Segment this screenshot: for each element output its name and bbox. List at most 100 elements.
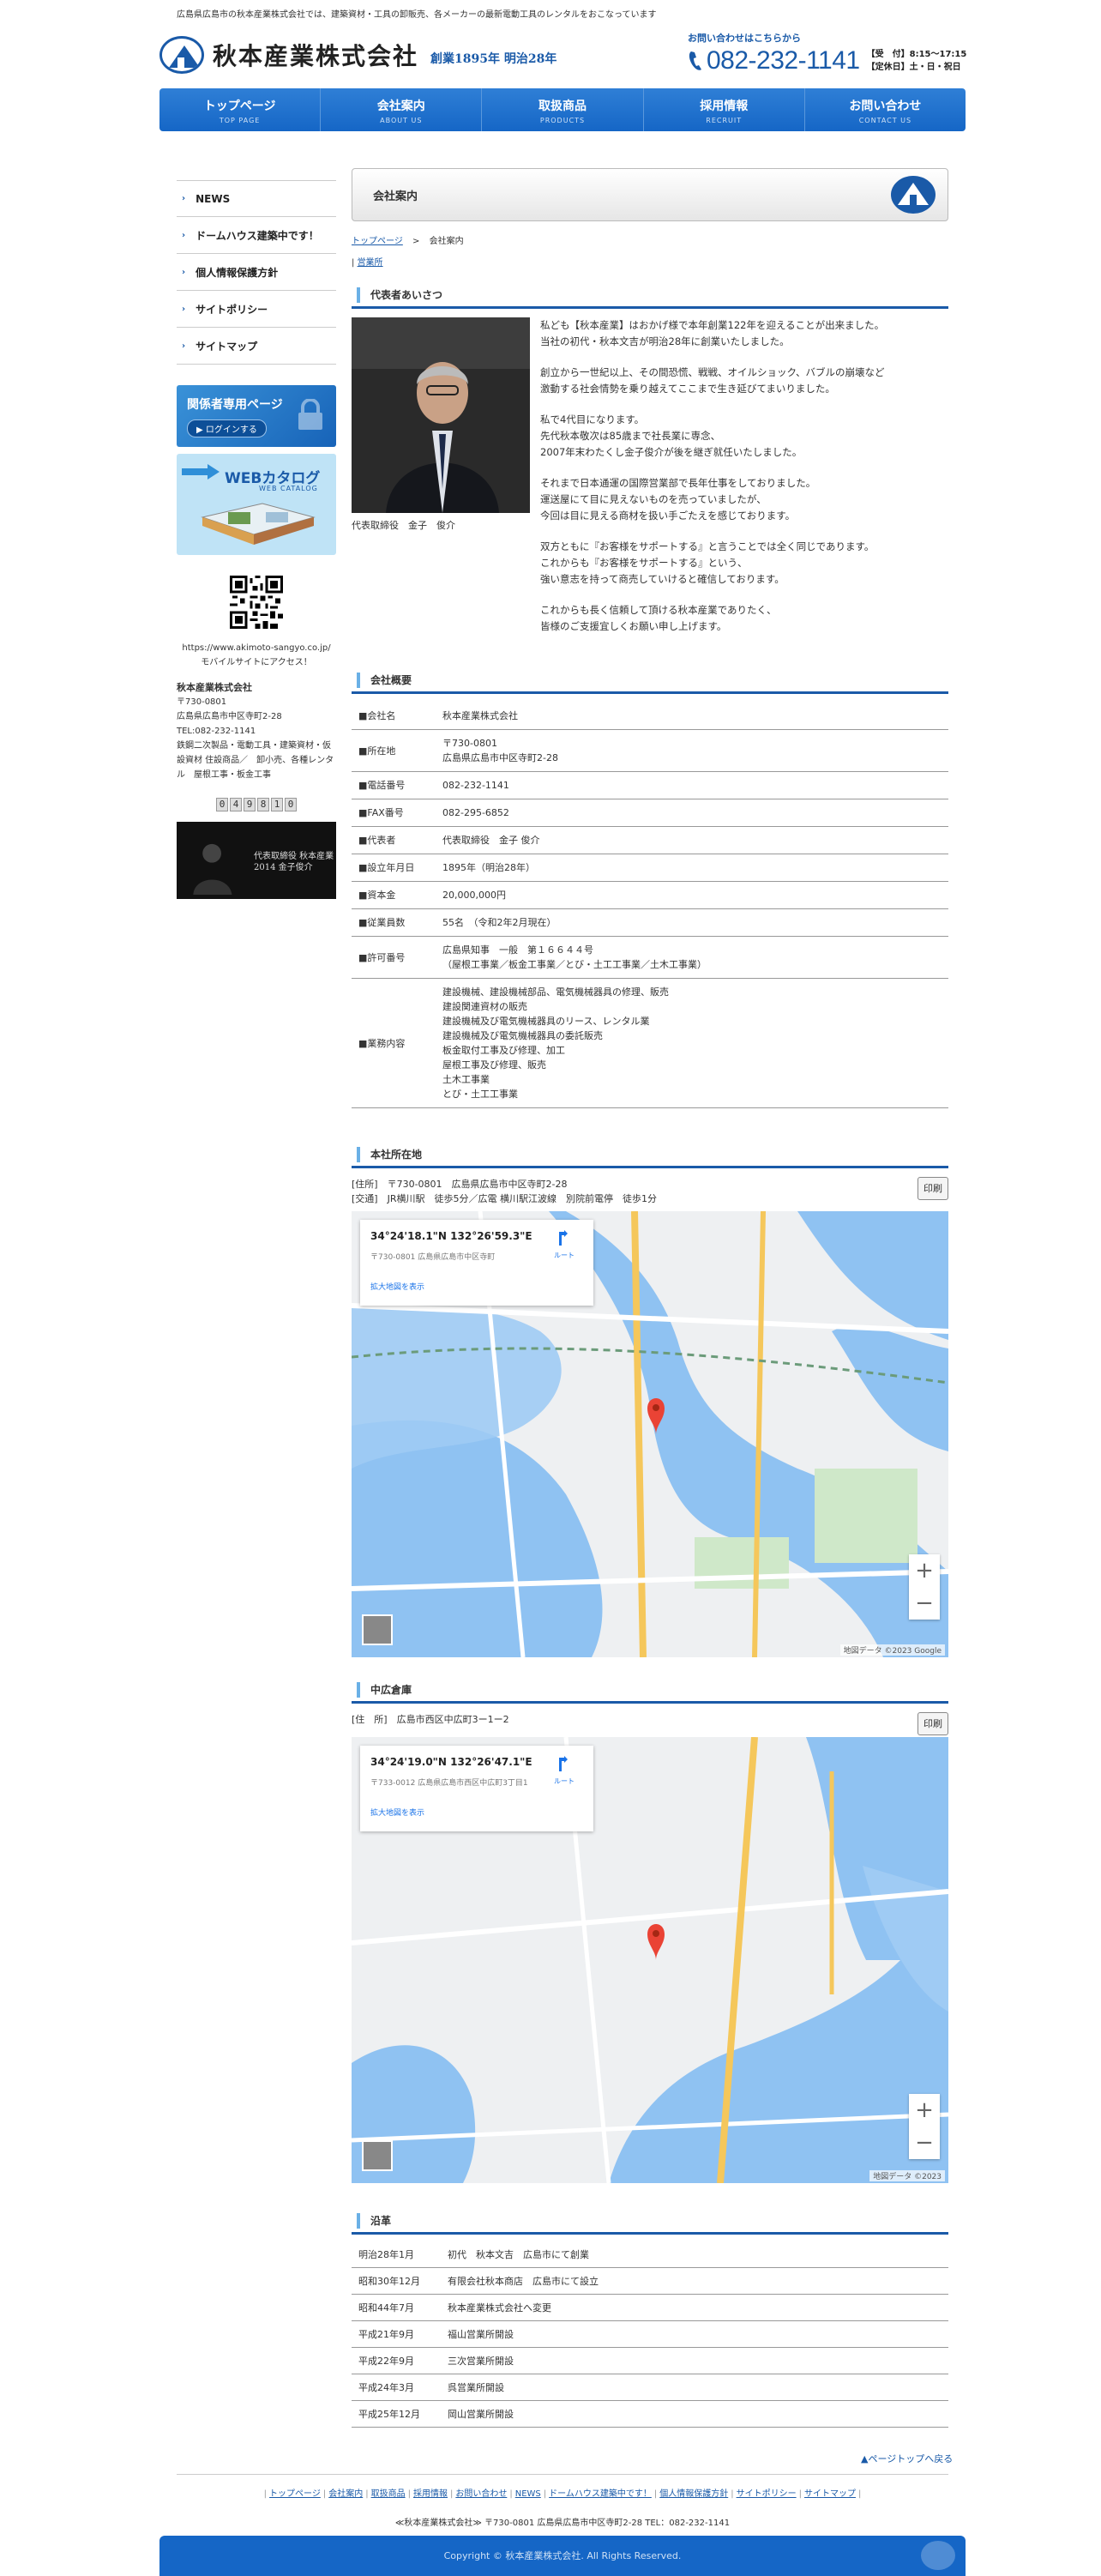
footer-link[interactable]: トップページ: [269, 2489, 321, 2499]
president-photo: [352, 317, 530, 513]
footer-address: ≪秋本産業株式会社≫ 〒730-0801 広島県広島市中区寺町2-28 TEL：…: [394, 2519, 731, 2528]
header-tagline: 広島県広島市の秋本産業株式会社では、建築資材・工具の卸販売、各メーカーの最新電動…: [177, 10, 657, 20]
table-row: 昭和44年7月 秋本産業株式会社へ変更: [352, 2294, 948, 2321]
gnav-contact[interactable]: お問い合わせ CONTACT US: [805, 88, 966, 131]
sidebar-tel: TEL:082-232-1141: [177, 727, 256, 736]
table-row: ■代表者 代表取締役 金子 俊介: [352, 826, 948, 854]
zoom-out-button[interactable]: −: [909, 1587, 940, 1620]
breadcrumb-home[interactable]: トップページ: [352, 237, 403, 246]
side-menu-label: ドームハウス建築中です！: [196, 229, 319, 242]
table-row: ■許可番号 広島県知事 一般 第１６６４４号 （屋根工事業／板金工事業／とび・土工…: [352, 936, 948, 979]
login-button[interactable]: ▶ ログインする: [187, 419, 267, 437]
president-banner[interactable]: 代表取締役 秋本産業 2014 金子俊介: [177, 822, 336, 899]
gnav-about[interactable]: 会社案内 ABOUT US: [321, 88, 483, 131]
gnav-label: 会社案内: [376, 100, 425, 113]
heading-logo-icon: [891, 176, 936, 214]
footer-link[interactable]: ドームハウス建築中です！: [549, 2489, 652, 2499]
side-menu-domehouse[interactable]: › ドームハウス建築中です！: [177, 217, 336, 254]
table-value: 〒730-0801 広島県広島市中区寺町2-28: [436, 729, 948, 772]
side-menu: › NEWS › ドームハウス建築中です！ › 個人情報保護方針 › サイトポリシー ›…: [177, 180, 336, 365]
table-key: 昭和30年12月: [352, 2267, 441, 2295]
side-menu-privacy[interactable]: › 個人情報保護方針: [177, 254, 336, 291]
counter-digit: 1: [271, 798, 283, 811]
page-title: 会社案内: [373, 190, 418, 203]
gnav-label: トップページ: [203, 100, 276, 113]
directions-icon[interactable]: [557, 1756, 571, 1773]
warehouse-map[interactable]: 34°24'19.0"N 132°26'47.1"E 〒733-0012 広島県…: [352, 1737, 948, 2183]
table-key: ■電話番号: [352, 771, 436, 799]
table-value: 初代 秋本文吉 広島市にて創業: [441, 2241, 948, 2268]
qr-url[interactable]: https://www.akimoto-sangyo.co.jp/: [177, 641, 336, 655]
footer-link[interactable]: 取扱商品: [371, 2489, 406, 2499]
table-key: 平成25年12月: [352, 2400, 441, 2428]
hq-address: [住所] 〒730-0801 広島県広島市中区寺町2-28: [352, 1179, 568, 1190]
company-overview-table: ■会社名 秋本産業株式会社 ■所在地 〒730-0801 広島県広島市中区寺町2-2…: [352, 703, 948, 1108]
gnav-sublabel: ABOUT US: [380, 117, 423, 124]
gnav-products[interactable]: 取扱商品 PRODUCTS: [482, 88, 644, 131]
counter-digit: 9: [244, 798, 256, 811]
zoom-in-button[interactable]: +: [909, 2094, 940, 2127]
qr-note: モバイルサイトにアクセス！: [201, 658, 312, 667]
map-zoom-controls: + −: [909, 2094, 940, 2159]
footer-link[interactable]: 個人情報保護方針: [659, 2489, 728, 2499]
gnav-sublabel: TOP PAGE: [219, 117, 261, 124]
table-value: 岡山営業所開設: [441, 2400, 948, 2428]
greeting-paragraph: それまで日本通運の国際営業部で長年仕事をしておりました。 運送屋にて目に見えない…: [540, 477, 816, 522]
president-silhouette-icon: [193, 843, 232, 895]
counter-digit: 0: [285, 798, 297, 811]
heading-bar-icon: [357, 2212, 360, 2229]
street-view-icon[interactable]: [362, 2140, 393, 2171]
footer-link[interactable]: サイトマップ: [804, 2489, 856, 2499]
site-logo[interactable]: 秋本産業株式会社 創業1895年 明治28年: [159, 36, 557, 74]
table-value: 代表取締役 金子 俊介: [436, 826, 948, 854]
heading-bar-icon: [357, 287, 360, 303]
warehouse-address: [住 所] 広島市西区中広町3ー1ー2: [352, 1714, 509, 1725]
side-menu-news[interactable]: › NEWS: [177, 180, 336, 217]
heading-bar-icon: [357, 672, 360, 688]
side-menu-policy[interactable]: › サイトポリシー: [177, 291, 336, 328]
map-coordinates: 34°24'19.0"N 132°26'47.1"E: [370, 1756, 532, 1768]
side-menu-label: サイトマップ: [196, 340, 258, 353]
page-top-link[interactable]: ▲ページトップへ戻る: [861, 2452, 953, 2465]
table-row: ■会社名 秋本産業株式会社: [352, 703, 948, 730]
hq-map[interactable]: 34°24'18.1"N 132°26'59.3"E 〒730-0801 広島県…: [352, 1211, 948, 1657]
sublink-separator: |: [352, 258, 355, 268]
gnav-recruit[interactable]: 採用情報 RECRUIT: [644, 88, 805, 131]
print-button[interactable]: 印刷: [918, 1177, 948, 1200]
table-key: ■所在地: [352, 729, 436, 772]
gnav-top[interactable]: トップページ TOP PAGE: [159, 88, 322, 131]
zoom-out-button[interactable]: −: [909, 2127, 940, 2159]
footer-link[interactable]: NEWS: [515, 2489, 541, 2499]
greeting-section: 代表取締役 金子 俊介 私ども【秋本産業】はおかげ様で本年創業122年を迎えるこ…: [352, 317, 948, 649]
table-row: ■設立年月日 1895年（明治28年）: [352, 854, 948, 882]
web-catalog-banner[interactable]: WEBカタログ WEB CATALOG: [177, 454, 336, 555]
footer-sep: |: [263, 2489, 268, 2499]
warehouse-address-block: [住 所] 広島市西区中広町3ー1ー2 印刷: [352, 1712, 948, 1735]
gnav-label: 取扱商品: [538, 100, 587, 113]
side-menu-sitemap[interactable]: › サイトマップ: [177, 328, 336, 365]
visitor-counter: 0 4 9 8 1 0: [177, 798, 336, 811]
footer-divider: [177, 2474, 948, 2475]
member-login-banner[interactable]: 関係者専用ページ ▶ ログインする: [177, 385, 336, 447]
footer-link[interactable]: 採用情報: [413, 2489, 448, 2499]
directions-icon[interactable]: [557, 1230, 571, 1247]
table-key: 平成22年9月: [352, 2347, 441, 2374]
zoom-in-button[interactable]: +: [909, 1554, 940, 1587]
footer-link[interactable]: お問い合わせ: [455, 2489, 507, 2499]
street-view-icon[interactable]: [362, 1614, 393, 1645]
footer-link[interactable]: 会社案内: [328, 2489, 363, 2499]
section-history-heading: 沿革: [352, 2209, 948, 2235]
footer-sep: |: [365, 2489, 369, 2499]
table-key: ■会社名: [352, 703, 436, 730]
phone-number[interactable]: 082-232-1141: [707, 46, 860, 75]
table-row: 明治28年1月 初代 秋本文吉 広島市にて創業: [352, 2241, 948, 2268]
footer-link[interactable]: サイトポリシー: [737, 2489, 797, 2499]
map-larger-link[interactable]: 拡大地図を表示: [370, 1807, 583, 1818]
print-button[interactable]: 印刷: [918, 1712, 948, 1735]
gnav-label: お問い合わせ: [849, 100, 922, 113]
sidebar-business: 鉄鋼二次製品・電動工具・建築資材・仮設資材 住設商品／ 卸小売、各種レンタル 屋…: [177, 741, 334, 780]
gnav-sublabel: CONTACT US: [858, 117, 912, 124]
footer-sep: |: [798, 2489, 802, 2499]
map-larger-link[interactable]: 拡大地図を表示: [370, 1281, 583, 1292]
sublink-offices[interactable]: 営業所: [358, 258, 383, 268]
